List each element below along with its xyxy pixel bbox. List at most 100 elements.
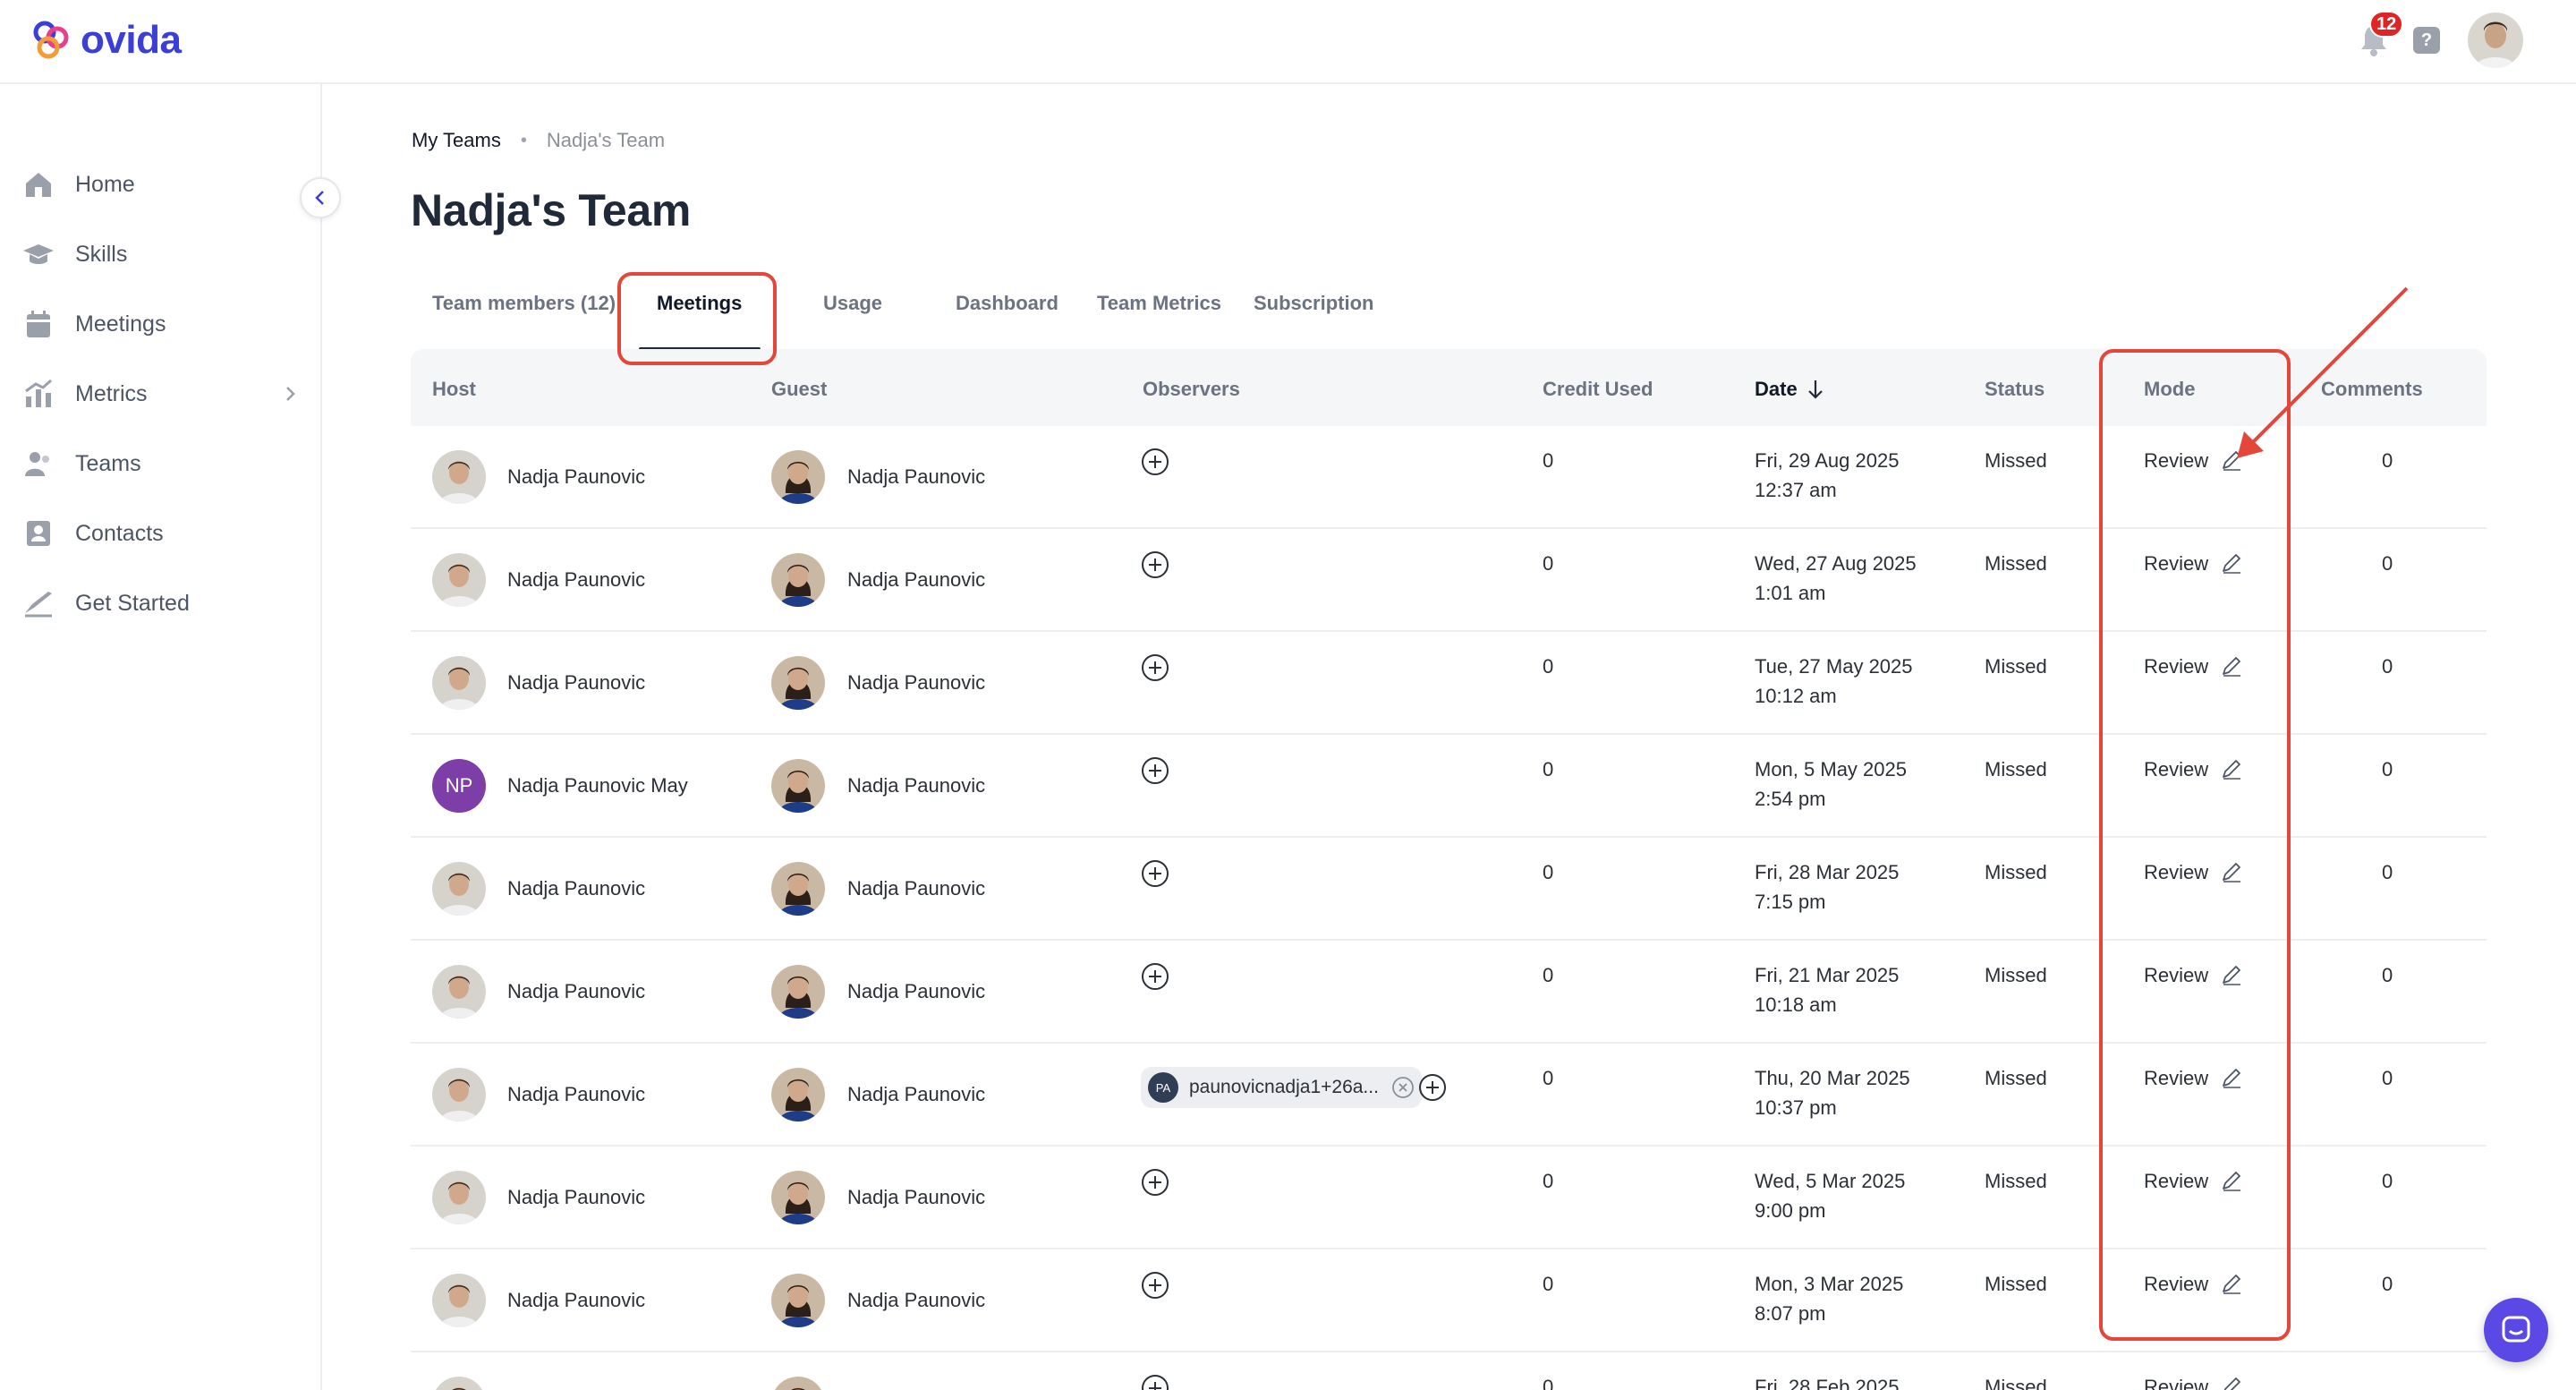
credit-used: 0 xyxy=(1543,449,1554,472)
guest-photo-icon xyxy=(771,862,825,916)
comments-count: 0 xyxy=(2382,964,2393,986)
home-icon xyxy=(26,173,51,197)
add-observer-icon[interactable] xyxy=(1141,962,1169,991)
meeting-date: Tue, 27 May 2025 xyxy=(1755,655,1913,678)
sidebar-item-meetings[interactable]: Meetings xyxy=(21,299,308,349)
sidebar-item-home[interactable]: Home xyxy=(21,159,308,209)
column-header-status[interactable]: Status xyxy=(1985,378,2045,401)
sidebar-item-skills[interactable]: Skills xyxy=(21,229,308,279)
tab-usage[interactable]: Usage xyxy=(823,292,882,315)
sidebar-item-get-started[interactable]: Get Started xyxy=(21,578,308,628)
rocket-icon xyxy=(25,592,52,618)
add-observer-icon[interactable] xyxy=(1141,653,1169,682)
meeting-time: 2:54 pm xyxy=(1755,788,1826,810)
credit-used: 0 xyxy=(1543,758,1554,780)
meeting-status: Missed xyxy=(1985,861,2047,883)
comments-count: 0 xyxy=(2382,861,2393,883)
table-row[interactable]: Nadja Paunovic Nadja Paunovic 0 Fri, 21 Mar… xyxy=(411,941,2487,1044)
credit-used: 0 xyxy=(1543,1376,1554,1390)
host-avatar xyxy=(432,553,486,607)
meeting-time: 8:07 pm xyxy=(1755,1302,1826,1325)
guest-avatar xyxy=(771,862,825,916)
meeting-mode: Review xyxy=(2144,449,2209,472)
tab-meetings[interactable]: Meetings xyxy=(657,292,742,315)
chat-icon xyxy=(2502,1316,2530,1343)
edit-mode-icon[interactable] xyxy=(2218,1373,2245,1390)
chat-support-button[interactable] xyxy=(2484,1298,2548,1362)
add-observer-icon[interactable] xyxy=(1141,1168,1169,1197)
guest-avatar xyxy=(771,1274,825,1327)
add-observer-icon[interactable] xyxy=(1141,1271,1169,1300)
add-observer-icon[interactable] xyxy=(1141,448,1169,476)
column-header-credit-used[interactable]: Credit Used xyxy=(1543,378,1653,401)
add-observer-icon[interactable] xyxy=(1418,1073,1447,1102)
edit-mode-icon[interactable] xyxy=(2218,652,2245,679)
tab-team-members[interactable]: Team members (12) xyxy=(432,292,616,315)
graduation-cap-icon xyxy=(23,244,54,264)
edit-mode-icon[interactable] xyxy=(2218,550,2245,576)
ovida-logo[interactable]: ovida xyxy=(30,18,182,63)
edit-mode-icon[interactable] xyxy=(2218,755,2245,782)
host-name: Nadja Paunovic xyxy=(507,877,646,900)
edit-mode-icon[interactable] xyxy=(2218,858,2245,885)
sidebar: Home Skills Meetings Metrics Teams Conta… xyxy=(0,84,322,1390)
edit-mode-icon[interactable] xyxy=(2218,447,2245,473)
remove-observer-icon[interactable] xyxy=(1391,1076,1415,1099)
users-icon xyxy=(25,452,49,476)
guest-photo-icon xyxy=(771,1171,825,1224)
help-button[interactable]: ? xyxy=(2413,27,2440,54)
column-header-guest[interactable]: Guest xyxy=(771,378,827,401)
sidebar-item-label: Home xyxy=(75,171,135,197)
edit-mode-icon[interactable] xyxy=(2218,1064,2245,1091)
column-header-comments[interactable]: Comments xyxy=(2321,378,2423,401)
table-row[interactable]: Nadja Paunovic Nadja Paunovic 0 Wed, 27 Aug… xyxy=(411,529,2487,632)
host-photo-icon xyxy=(432,1171,486,1224)
sidebar-item-contacts[interactable]: Contacts xyxy=(21,508,308,559)
add-observer-icon[interactable] xyxy=(1141,550,1169,579)
meeting-date: Fri, 28 Mar 2025 xyxy=(1755,861,1900,883)
table-row[interactable]: 0 Fri, 28 Feb 2025 Missed Review xyxy=(411,1352,2487,1390)
add-observer-icon[interactable] xyxy=(1141,859,1169,888)
sort-descending-icon[interactable] xyxy=(1805,378,1826,401)
sidebar-item-label: Metrics xyxy=(75,380,148,406)
table-row[interactable]: Nadja Paunovic Nadja Paunovic 0 Fri, 28 Mar… xyxy=(411,838,2487,941)
guest-name: Nadja Paunovic xyxy=(847,774,986,797)
column-header-mode[interactable]: Mode xyxy=(2144,378,2195,401)
table-row[interactable]: Nadja Paunovic Nadja Paunovic 0 Tue, 27 May… xyxy=(411,632,2487,735)
breadcrumb-my-teams[interactable]: My Teams xyxy=(412,129,501,152)
column-header-host[interactable]: Host xyxy=(432,378,476,401)
table-row[interactable]: NP Nadja Paunovic May Nadja Paunovic 0 Mon, … xyxy=(411,735,2487,838)
top-bar: ovida 12 ? xyxy=(0,0,2576,84)
host-photo-icon xyxy=(432,965,486,1019)
comments-count: 0 xyxy=(2382,1067,2393,1089)
meeting-mode: Review xyxy=(2144,1067,2209,1089)
tab-dashboard[interactable]: Dashboard xyxy=(956,292,1058,315)
credit-used: 0 xyxy=(1543,861,1554,883)
table-row[interactable]: Nadja Paunovic Nadja Paunovic 0 Fri, 29 Aug… xyxy=(411,426,2487,529)
edit-mode-icon[interactable] xyxy=(2218,1270,2245,1297)
observer-chip[interactable]: PA paunovicnadja1+26a... xyxy=(1141,1067,1422,1108)
sidebar-collapse-button[interactable] xyxy=(300,177,341,218)
column-header-observers[interactable]: Observers xyxy=(1143,378,1240,401)
edit-mode-icon[interactable] xyxy=(2218,961,2245,988)
guest-photo-icon xyxy=(771,1377,825,1390)
column-header-date[interactable]: Date xyxy=(1755,378,1798,401)
meeting-time: 9:00 pm xyxy=(1755,1199,1826,1222)
add-observer-icon[interactable] xyxy=(1141,1374,1169,1390)
table-row[interactable]: Nadja Paunovic Nadja Paunovic PA paunovicna… xyxy=(411,1044,2487,1147)
guest-name: Nadja Paunovic xyxy=(847,568,986,591)
sidebar-item-teams[interactable]: Teams xyxy=(21,439,308,489)
guest-name: Nadja Paunovic xyxy=(847,1083,986,1105)
table-row[interactable]: Nadja Paunovic Nadja Paunovic 0 Wed, 5 Mar … xyxy=(411,1147,2487,1249)
meeting-mode: Review xyxy=(2144,758,2209,780)
sidebar-item-metrics[interactable]: Metrics xyxy=(21,369,308,419)
user-avatar[interactable] xyxy=(2468,13,2523,68)
guest-avatar xyxy=(771,656,825,710)
host-avatar xyxy=(432,1274,486,1327)
host-avatar: NP xyxy=(432,759,486,813)
add-observer-icon[interactable] xyxy=(1141,756,1169,785)
table-row[interactable]: Nadja Paunovic Nadja Paunovic 0 Mon, 3 Mar … xyxy=(411,1249,2487,1352)
tab-team-metrics[interactable]: Team Metrics xyxy=(1097,292,1221,315)
tab-subscription[interactable]: Subscription xyxy=(1254,292,1373,315)
edit-mode-icon[interactable] xyxy=(2218,1167,2245,1194)
